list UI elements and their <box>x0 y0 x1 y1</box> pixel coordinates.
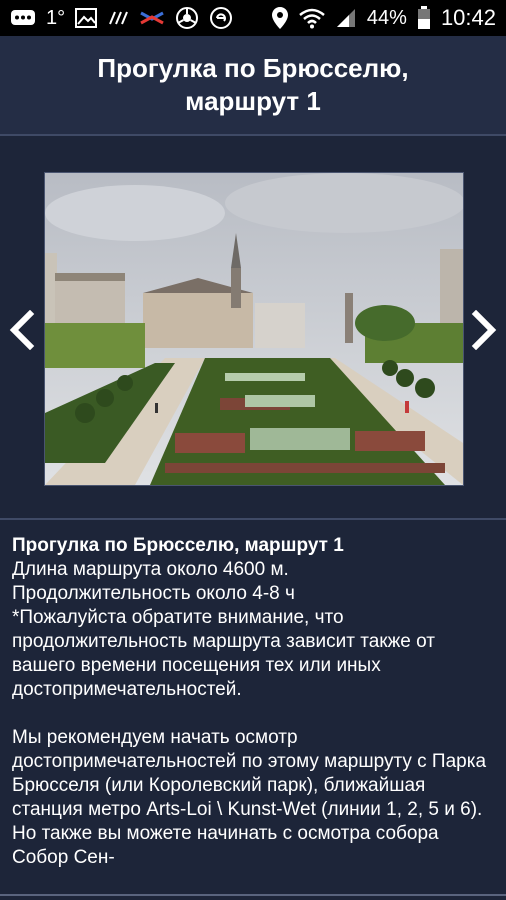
app-logo-icon <box>139 7 165 29</box>
route-note: *Пожалуйста обратите внимание, что продо… <box>12 607 435 700</box>
temperature-text: 1° <box>46 6 66 29</box>
photo-gallery <box>0 136 506 516</box>
chrome-icon <box>175 6 199 30</box>
brussels-garden-image <box>45 173 463 485</box>
route-photo[interactable] <box>44 172 464 486</box>
route-description: Прогулка по Брюсселю, маршрут 1 Длина ма… <box>0 518 506 900</box>
messages-icon <box>10 8 36 28</box>
location-icon <box>271 6 289 30</box>
cell-signal-icon <box>335 7 357 29</box>
prev-photo-button[interactable] <box>4 308 40 352</box>
image-icon <box>75 8 98 28</box>
clock-text: 10:42 <box>440 5 496 30</box>
chevron-left-icon <box>9 310 35 350</box>
battery-icon <box>417 6 431 30</box>
route-duration: Продолжительность около 4-8 ч <box>12 583 295 604</box>
chevron-right-icon <box>471 310 497 350</box>
route-paragraph: Мы рекомендуем начать осмотр достопримеч… <box>12 727 487 868</box>
next-photo-button[interactable] <box>466 308 502 352</box>
battery-percent-text: 44% <box>366 6 407 29</box>
page-title: Прогулка по Брюсселю, маршрут 1 <box>97 53 409 116</box>
app-header: Прогулка по Брюсселю, маршрут 1 <box>0 36 506 136</box>
status-bar: 1° 44% 10:42 <box>0 0 506 36</box>
e-app-icon <box>209 6 233 30</box>
description-heading: Прогулка по Брюсселю, маршрут 1 <box>12 535 344 556</box>
signal-stripes-icon <box>107 8 129 28</box>
wifi-icon <box>299 7 325 29</box>
route-length: Длина маршрута около 4600 м. <box>12 559 289 580</box>
bottom-divider <box>0 894 506 896</box>
